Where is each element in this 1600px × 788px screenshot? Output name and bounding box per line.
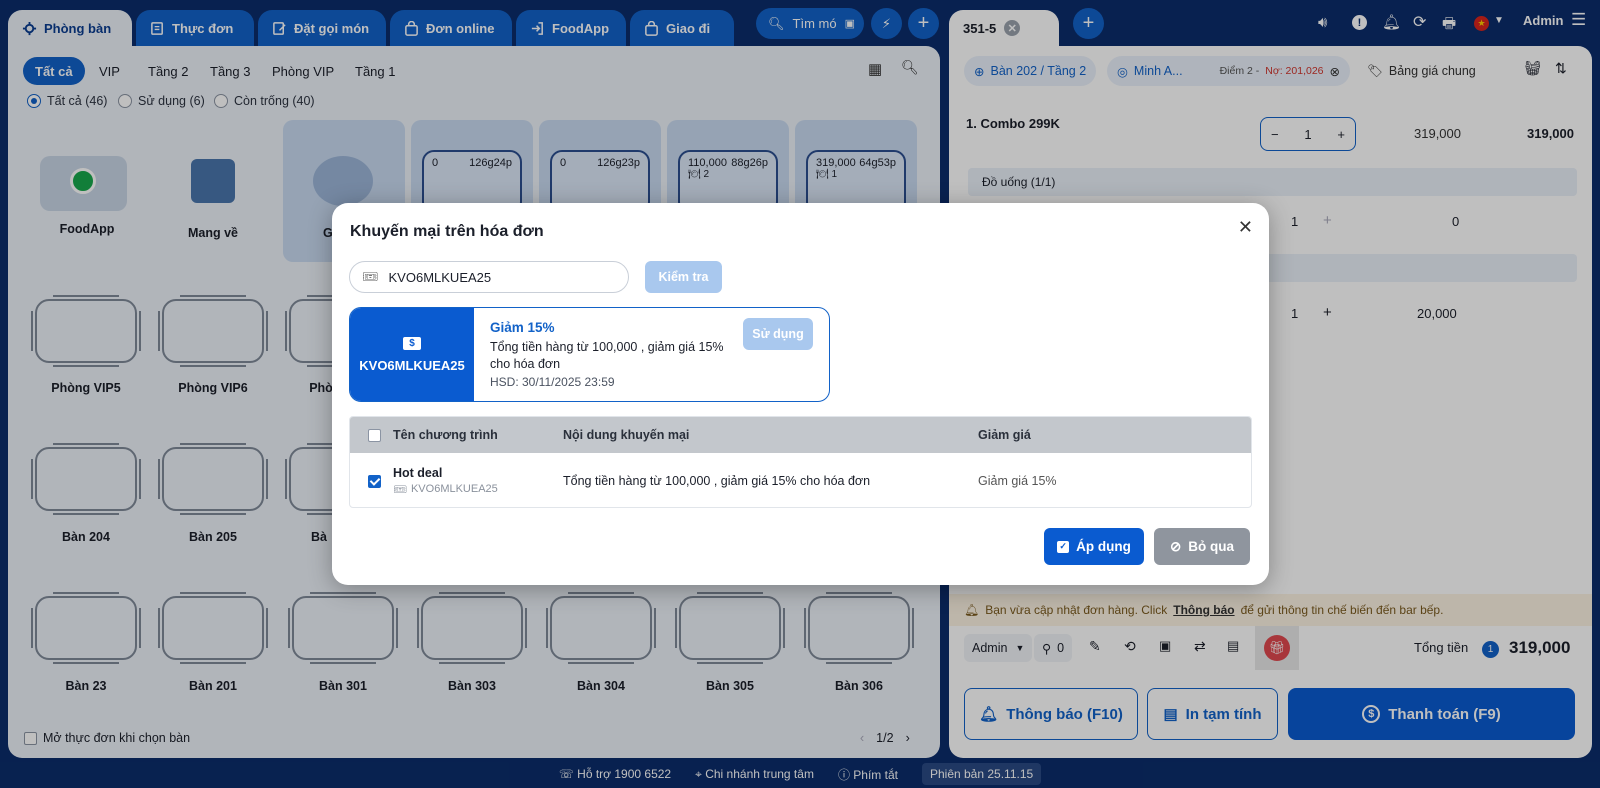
check-code-button[interactable]: Kiểm tra — [645, 261, 722, 293]
promo-code-value: KVO6MLKUEA25 — [388, 269, 492, 285]
dialog-title: Khuyến mại trên hóa đơn — [350, 223, 544, 240]
ticket-icon: $ — [403, 336, 421, 350]
close-icon[interactable]: ✕ — [1238, 217, 1253, 238]
table-header: Tên chương trình Nội dung khuyến mại Giả… — [350, 417, 1251, 453]
voucher-stub: $ KVO6MLKUEA25 — [350, 308, 474, 401]
promo-code-input[interactable]: 🎟︎ KVO6MLKUEA25 — [349, 261, 629, 293]
column-header: Tên chương trình — [393, 428, 498, 442]
voucher-card[interactable]: $ KVO6MLKUEA25 Giảm 15% Tổng tiền hàng t… — [349, 307, 830, 402]
program-code: 🎟︎ KVO6MLKUEA25 — [393, 483, 563, 496]
column-header: Nội dung khuyến mại — [563, 428, 690, 442]
program-name: Hot deal — [393, 466, 443, 480]
select-all-checkbox[interactable] — [368, 428, 381, 442]
skip-button[interactable]: ⊘ Bỏ qua — [1154, 528, 1250, 565]
voucher-description: Tổng tiền hàng từ 100,000 , giảm giá 15%… — [490, 340, 724, 371]
program-cell: Hot deal 🎟︎ KVO6MLKUEA25 — [393, 466, 563, 496]
voucher-expiry: HSD: 30/11/2025 23:59 — [490, 375, 615, 389]
apply-button[interactable]: ✓ Áp dụng — [1044, 528, 1144, 565]
check-square-icon: ✓ — [1057, 540, 1070, 553]
promotion-table: Tên chương trình Nội dung khuyến mại Giả… — [349, 416, 1252, 508]
program-code-value: KVO6MLKUEA25 — [410, 483, 498, 495]
ticket-icon: 🎟︎ — [362, 269, 379, 284]
button-label: Áp dụng — [1076, 539, 1131, 554]
voucher-code: KVO6MLKUEA25 — [359, 357, 465, 373]
row-checkbox[interactable] — [368, 474, 381, 488]
use-voucher-button[interactable]: Sử dụng — [743, 318, 813, 350]
promotion-content: Tổng tiền hàng từ 100,000 , giảm giá 15%… — [563, 474, 871, 488]
voucher-body: Giảm 15% Tổng tiền hàng từ 100,000 , giả… — [474, 308, 829, 401]
discount-value: Giảm giá 15% — [978, 474, 1057, 488]
ticket-icon: 🎟︎ — [393, 484, 407, 496]
table-row[interactable]: Hot deal 🎟︎ KVO6MLKUEA25 Tổng tiền hàng t… — [350, 453, 1251, 507]
promotion-dialog: Khuyến mại trên hóa đơn ✕ 🎟︎ KVO6MLKUEA2… — [332, 203, 1269, 585]
ban-icon: ⊘ — [1169, 538, 1182, 554]
column-header: Giảm giá — [978, 428, 1031, 442]
button-label: Bỏ qua — [1188, 539, 1235, 554]
